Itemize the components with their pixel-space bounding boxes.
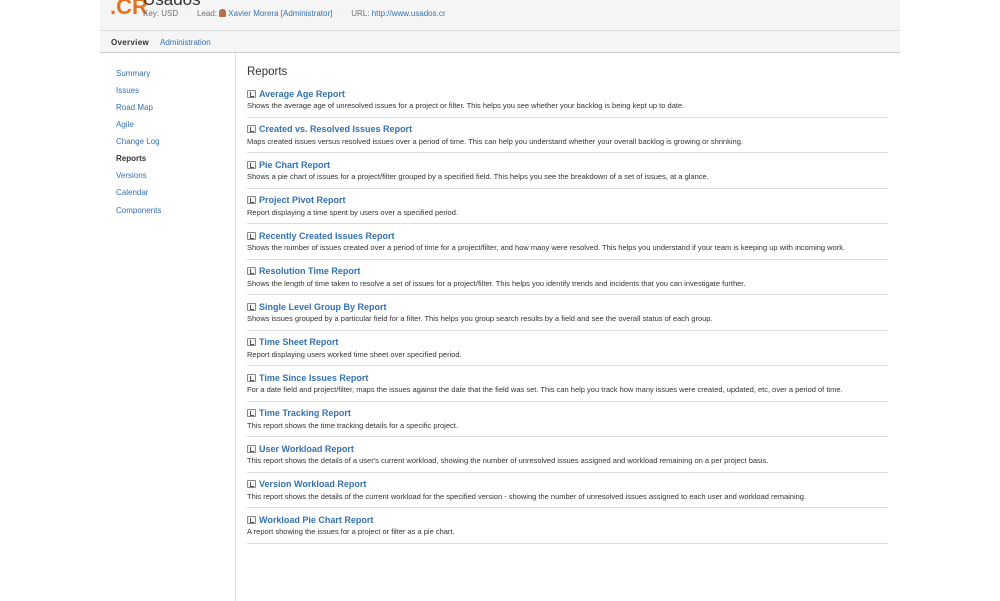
report-description: Report displaying users worked time shee… bbox=[247, 349, 462, 359]
report-link[interactable]: Version Workload Report bbox=[247, 478, 888, 491]
report-title[interactable]: Resolution Time Report bbox=[259, 266, 360, 276]
report-title[interactable]: User Workload Report bbox=[259, 444, 354, 454]
report-icon bbox=[247, 231, 256, 240]
report-item: Version Workload Report This report shows… bbox=[247, 478, 888, 508]
report-description: Maps created issues versus resolved issu… bbox=[247, 136, 743, 146]
report-icon bbox=[247, 302, 256, 311]
report-item: Resolution Time Report Shows the length o… bbox=[247, 265, 888, 295]
sidebar: Summary Issues Road Map Agile Change Log… bbox=[100, 53, 236, 601]
report-title[interactable]: Time Tracking Report bbox=[259, 408, 351, 418]
report-icon bbox=[247, 480, 256, 488]
report-title[interactable]: Project Pivot Report bbox=[259, 195, 346, 205]
report-icon bbox=[247, 160, 256, 169]
sidebar-item-agile[interactable]: Agile bbox=[116, 120, 134, 129]
report-icon bbox=[247, 125, 256, 133]
report-icon bbox=[247, 196, 256, 204]
report-title[interactable]: Time Since Issues Report bbox=[259, 373, 368, 383]
sidebar-item-issues[interactable]: Issues bbox=[116, 86, 139, 95]
project-nav: Overview Administration bbox=[100, 31, 900, 53]
report-item: Recently Created Issues Report Shows the … bbox=[247, 229, 888, 260]
report-link[interactable]: Resolution Time Report bbox=[247, 265, 888, 278]
url-label: URL: bbox=[351, 9, 370, 18]
report-item: Pie Chart Report Shows a pie chart of iss… bbox=[247, 158, 888, 189]
report-description: Shows issues grouped by a particular fie… bbox=[247, 314, 713, 323]
report-item: Single Level Group By Report Shows issues… bbox=[247, 300, 888, 331]
report-title[interactable]: Workload Pie Chart Report bbox=[259, 515, 373, 525]
report-item: User Workload Report This report shows th… bbox=[247, 442, 888, 473]
tab-administration[interactable]: Administration bbox=[160, 38, 211, 47]
report-description: Shows the number of issues created over … bbox=[247, 243, 846, 252]
sidebar-item-reports[interactable]: Reports bbox=[116, 154, 146, 163]
report-title[interactable]: Average Age Report bbox=[259, 89, 345, 99]
sidebar-item-road-map[interactable]: Road Map bbox=[116, 103, 153, 112]
report-title[interactable]: Pie Chart Report bbox=[259, 160, 330, 170]
sidebar-item-calendar[interactable]: Calendar bbox=[116, 188, 148, 197]
lead-label: Lead: bbox=[197, 9, 218, 18]
project-key: Key: USD bbox=[143, 9, 179, 18]
sidebar-item-change-log[interactable]: Change Log bbox=[116, 137, 160, 146]
report-item: Created vs. Resolved Issues Report Maps c… bbox=[247, 123, 888, 153]
report-description: This report shows the details of a user'… bbox=[247, 456, 769, 465]
lead-link[interactable]: Xavier Morera [Administrator] bbox=[228, 9, 332, 18]
report-title[interactable]: Created vs. Resolved Issues Report bbox=[259, 124, 412, 134]
sidebar-item-versions[interactable]: Versions bbox=[116, 171, 147, 180]
report-item: Time Since Issues Report For a date field… bbox=[247, 371, 888, 402]
report-item: Time Sheet Report Report displaying users… bbox=[247, 336, 888, 366]
report-icon bbox=[247, 267, 256, 275]
report-item: Time Tracking Report This report shows th… bbox=[247, 407, 888, 437]
report-link[interactable]: Pie Chart Report bbox=[247, 158, 888, 171]
report-title[interactable]: Single Level Group By Report bbox=[259, 302, 387, 312]
report-icon bbox=[247, 89, 256, 98]
report-link[interactable]: Average Age Report bbox=[247, 87, 888, 100]
report-item: Project Pivot Report Report displaying a … bbox=[247, 194, 888, 224]
page-title: Reports bbox=[247, 66, 288, 78]
report-link[interactable]: Created vs. Resolved Issues Report bbox=[247, 123, 888, 136]
report-link[interactable]: Project Pivot Report bbox=[247, 194, 888, 207]
report-link[interactable]: Recently Created Issues Report bbox=[247, 229, 888, 242]
project-url-link[interactable]: http://www.usados.cr bbox=[372, 9, 446, 18]
report-icon bbox=[247, 338, 256, 346]
report-link[interactable]: User Workload Report bbox=[247, 442, 888, 455]
avatar-icon bbox=[219, 9, 227, 17]
report-icon bbox=[247, 409, 256, 417]
report-icon bbox=[247, 515, 256, 524]
project-header: .CR Usados Key: USD· Lead: Xavier Morera… bbox=[100, 0, 900, 31]
report-link[interactable]: Time Tracking Report bbox=[247, 407, 888, 420]
report-description: Shows a pie chart of issues for a projec… bbox=[247, 172, 709, 181]
report-title[interactable]: Recently Created Issues Report bbox=[259, 231, 395, 241]
report-description: Shows the length of time taken to resolv… bbox=[247, 278, 746, 288]
report-item: Average Age Report Shows the average age … bbox=[247, 87, 888, 118]
report-description: For a date field and project/filter, map… bbox=[247, 385, 843, 394]
sidebar-item-components[interactable]: Components bbox=[116, 206, 161, 215]
report-description: This report shows the time tracking deta… bbox=[247, 420, 458, 430]
report-title[interactable]: Version Workload Report bbox=[259, 479, 366, 489]
report-title[interactable]: Time Sheet Report bbox=[259, 337, 338, 347]
tab-overview[interactable]: Overview bbox=[111, 38, 149, 47]
report-link[interactable]: Time Since Issues Report bbox=[247, 371, 888, 384]
report-icon bbox=[247, 444, 256, 453]
report-link[interactable]: Workload Pie Chart Report bbox=[247, 513, 888, 526]
report-link[interactable]: Time Sheet Report bbox=[247, 336, 888, 349]
report-icon bbox=[247, 373, 256, 382]
sidebar-item-summary[interactable]: Summary bbox=[116, 69, 150, 78]
report-description: Report displaying a time spent by users … bbox=[247, 207, 458, 217]
report-link[interactable]: Single Level Group By Report bbox=[247, 300, 888, 313]
project-meta: Key: USD · Lead: Xavier Morera [Administr… bbox=[143, 9, 446, 18]
report-list: Average Age Report Shows the average age … bbox=[247, 87, 888, 544]
reports-panel: Reports Average Age Report Shows the aver… bbox=[247, 66, 888, 549]
report-item: Workload Pie Chart Report A report showin… bbox=[247, 513, 888, 544]
report-description: This report shows the details of the cur… bbox=[247, 491, 807, 501]
report-description: A report showing the issues for a projec… bbox=[247, 527, 455, 536]
report-description: Shows the average age of unresolved issu… bbox=[247, 101, 685, 110]
